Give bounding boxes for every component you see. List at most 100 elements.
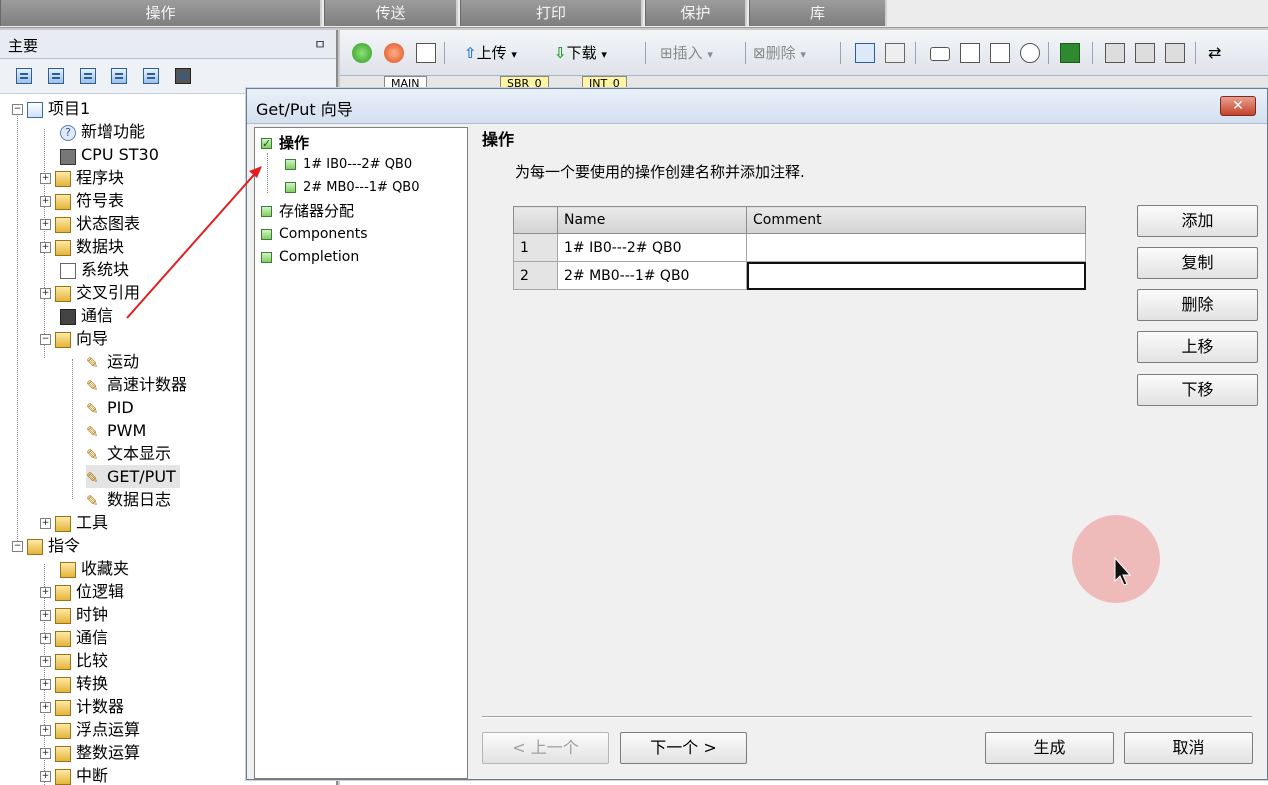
tree-item-text-display[interactable]: ✎ 文本显示 [86, 442, 171, 465]
tree-item-bit-logic[interactable]: + 位逻辑 [40, 580, 124, 603]
close-icon[interactable]: ✕ [1220, 96, 1256, 116]
detail-view-icon[interactable] [111, 68, 127, 84]
wand-icon: ✎ [86, 376, 99, 395]
download-button[interactable]: ⇩下载 ▾ [554, 42, 607, 64]
open-icon[interactable] [960, 43, 980, 63]
add-button[interactable]: 添加 [1137, 205, 1258, 237]
lock-add-icon[interactable] [1165, 43, 1185, 63]
nav-step-components[interactable]: Components [261, 223, 368, 245]
nav-step-op1[interactable]: 1# IB0---2# QB0 [285, 154, 412, 176]
tree-item-high-speed-counter[interactable]: ✎ 高速计数器 [86, 373, 187, 396]
ribbon-tab-print[interactable]: 打印 [460, 0, 643, 26]
folder-icon [55, 722, 71, 739]
folder-icon [55, 699, 71, 716]
tree-item-project[interactable]: − 项目1 [12, 97, 90, 120]
enter-icon[interactable] [1060, 43, 1080, 63]
timer-icon[interactable] [1020, 43, 1040, 63]
clock-icon [55, 607, 71, 624]
tree-item-float-math[interactable]: + 浮点运算 [40, 718, 140, 741]
ribbon-tab-transfer[interactable]: 传送 [324, 0, 458, 26]
tree-item-pid[interactable]: ✎ PID [86, 396, 134, 419]
generate-button[interactable]: 生成 [985, 732, 1114, 764]
tree-item-status-chart[interactable]: + 状态图表 [40, 212, 140, 235]
lock-icon[interactable] [1105, 43, 1125, 63]
name-cell[interactable]: 1# IB0---2# QB0 [557, 233, 747, 262]
pane-title: 主要 [8, 37, 39, 55]
column-header-name: Name [557, 206, 747, 234]
previous-button[interactable]: < 上一个 [482, 732, 609, 764]
folder-icon [55, 239, 71, 256]
tree-item-program-block[interactable]: + 程序块 [40, 166, 124, 189]
move-up-button[interactable]: 上移 [1137, 331, 1258, 363]
tree-item-communication[interactable]: 通信 [60, 304, 113, 327]
delete-button[interactable]: 删除 [1137, 289, 1258, 321]
comment-cell[interactable] [746, 261, 1086, 290]
pin-icon[interactable]: ㅁ [314, 34, 326, 53]
folder-icon [60, 561, 76, 578]
column-header-rownum [513, 206, 558, 234]
name-cell[interactable]: 2# MB0---1# QB0 [557, 261, 747, 290]
compile-icon[interactable] [416, 43, 436, 63]
copy-button[interactable]: 复制 [1137, 247, 1258, 279]
nav-step-completion[interactable]: Completion [261, 246, 359, 268]
run-icon[interactable] [352, 43, 372, 63]
tree-item-convert[interactable]: + 转换 [40, 672, 108, 695]
tree-item-symbol-table[interactable]: + 符号表 [40, 189, 124, 212]
tree-item-motion[interactable]: ✎ 运动 [86, 350, 139, 373]
tree-item-wizards[interactable]: − 向导 [40, 327, 108, 350]
tree-item-favorites[interactable]: 收藏夹 [60, 557, 129, 580]
tree-item-new-features[interactable]: ? 新增功能 [60, 120, 145, 143]
nav-step-operations[interactable]: 操作 [261, 132, 309, 155]
tree-item-integer-math[interactable]: + 整数运算 [40, 741, 140, 764]
list-view-icon[interactable] [80, 68, 96, 84]
upload-button[interactable]: ⇧上传 ▾ [464, 42, 517, 64]
tree-item-data-log[interactable]: ✎ 数据日志 [86, 488, 171, 511]
tree-item-counter[interactable]: + 计数器 [40, 695, 124, 718]
frame-icon[interactable] [930, 47, 950, 61]
checkbox-checked-icon [261, 133, 272, 155]
ribbon-tab-library[interactable]: 库 [749, 0, 887, 26]
download-arrow-icon: ⇩ [554, 44, 567, 62]
wizard-step-nav: 操作 1# IB0---2# QB0 2# MB0---1# QB0 存储器分配… [254, 127, 468, 779]
tree-item-cpu[interactable]: CPU ST30 [60, 143, 159, 166]
branch-icon[interactable]: ⇄ [1208, 43, 1228, 63]
tree-item-get-put[interactable]: ✎ GET/PUT [86, 465, 180, 488]
ribbon-tab-protect[interactable]: 保护 [645, 0, 747, 26]
table-row: 2 2# MB0---1# QB0 [513, 261, 1086, 290]
cpu-icon [60, 149, 76, 165]
cancel-button[interactable]: 取消 [1124, 732, 1253, 764]
comment-cell[interactable] [746, 233, 1086, 262]
unlock-icon[interactable] [1135, 43, 1155, 63]
document-icon [60, 262, 76, 279]
nav-step-op2[interactable]: 2# MB0---1# QB0 [285, 177, 420, 199]
folder-icon [55, 676, 71, 693]
tree-item-system-block[interactable]: 系统块 [60, 258, 129, 281]
tree-item-tools[interactable]: + 工具 [40, 511, 108, 534]
tree-item-instr-communication[interactable]: + 通信 [40, 626, 108, 649]
table-view-icon[interactable] [48, 68, 64, 84]
network-icon[interactable] [855, 43, 875, 63]
table-header-row: Name Comment [513, 206, 1086, 234]
delete-icon: ⊠ [753, 44, 766, 62]
row-number: 1 [513, 233, 558, 262]
monitor-icon[interactable] [175, 68, 191, 84]
next-button[interactable]: 下一个 > [620, 732, 747, 764]
tree-item-pwm[interactable]: ✎ PWM [86, 419, 146, 442]
ribbon-tab-operation[interactable]: 操作 [0, 0, 322, 26]
network-view-icon[interactable] [885, 43, 905, 63]
tree-item-cross-reference[interactable]: + 交叉引用 [40, 281, 140, 304]
move-down-button[interactable]: 下移 [1137, 374, 1258, 406]
view-icon[interactable] [16, 68, 32, 84]
tree-item-interrupt[interactable]: + 中断 [40, 764, 108, 785]
properties-icon[interactable] [143, 68, 159, 84]
nav-step-memory-allocation[interactable]: 存储器分配 [261, 200, 354, 222]
main-toolbar: ⇧上传 ▾ ⇩下载 ▾ ⊞插入 ▾ ⊠删除 ▾ ⇄ [340, 30, 1268, 76]
tree-item-clock[interactable]: + 时钟 [40, 603, 108, 626]
tree-item-compare[interactable]: + 比较 [40, 649, 108, 672]
delete-toolbar-button[interactable]: ⊠删除 ▾ [753, 42, 806, 64]
insert-button[interactable]: ⊞插入 ▾ [660, 42, 713, 64]
export-icon[interactable] [990, 43, 1010, 63]
stop-icon[interactable] [384, 43, 404, 63]
tree-item-data-block[interactable]: + 数据块 [40, 235, 124, 258]
tree-item-instructions[interactable]: − 指令 [12, 534, 80, 557]
